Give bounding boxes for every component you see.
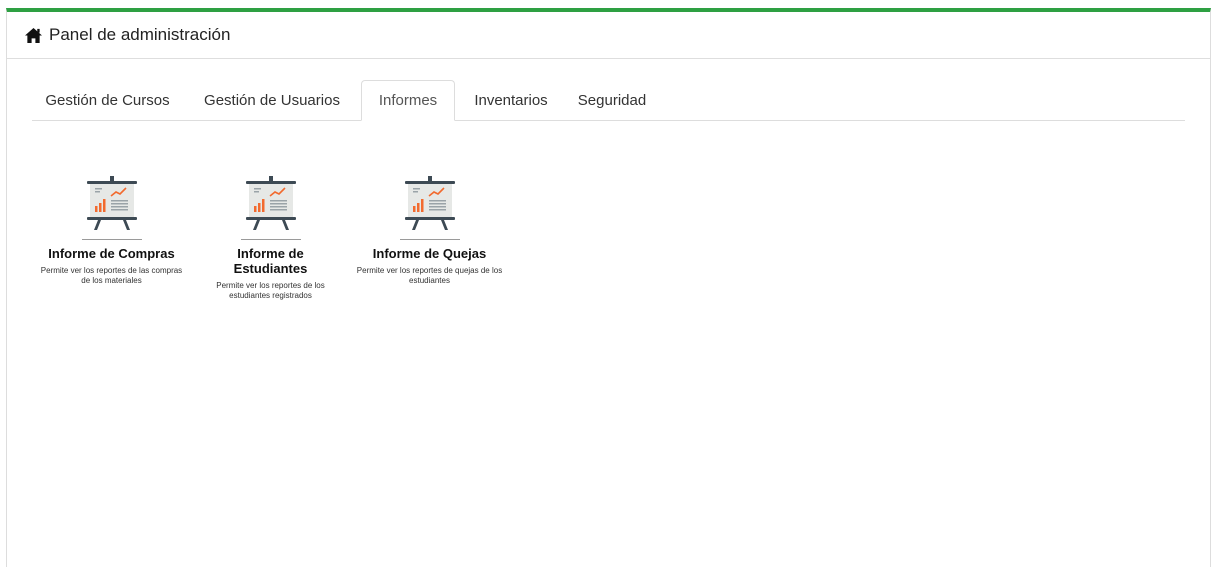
panel-header: Panel de administración (7, 12, 1210, 59)
card-title: Informe de Estudiantes (233, 246, 308, 276)
card-description: Permite ver los reportes de los estudian… (216, 281, 325, 300)
card-title: Informe de Quejas (372, 246, 487, 261)
presentation-chart-icon (86, 176, 137, 230)
report-cards: Informe de Compras Permite ver los repor… (32, 175, 509, 301)
home-icon (25, 27, 42, 43)
tab-informes[interactable]: Informes (361, 80, 455, 121)
card-informe-estudiantes[interactable]: Informe de Estudiantes Permite ver los r… (191, 175, 350, 301)
tab-bar: Gestión de Cursos Gestión de Usuarios In… (32, 80, 1185, 121)
card-informe-quejas[interactable]: Informe de Quejas Permite ver los report… (350, 175, 509, 301)
presentation-chart-icon (404, 176, 455, 230)
admin-panel: Panel de administración Gestión de Curso… (6, 8, 1211, 567)
card-divider (81, 239, 142, 240)
panel-title: Panel de administración (49, 25, 231, 44)
card-divider (399, 239, 460, 240)
card-description: Permite ver los reportes de quejas de lo… (356, 266, 503, 285)
tab-gestion-usuarios[interactable]: Gestión de Usuarios (183, 80, 361, 120)
card-divider (240, 239, 301, 240)
card-description: Permite ver los reportes de las compras … (40, 266, 183, 285)
tab-inventarios[interactable]: Inventarios (455, 80, 567, 120)
card-informe-compras[interactable]: Informe de Compras Permite ver los repor… (32, 175, 191, 301)
presentation-chart-icon (245, 176, 296, 230)
tab-gestion-cursos[interactable]: Gestión de Cursos (32, 80, 183, 120)
tab-seguridad[interactable]: Seguridad (567, 80, 657, 120)
card-title: Informe de Compras (48, 246, 175, 261)
